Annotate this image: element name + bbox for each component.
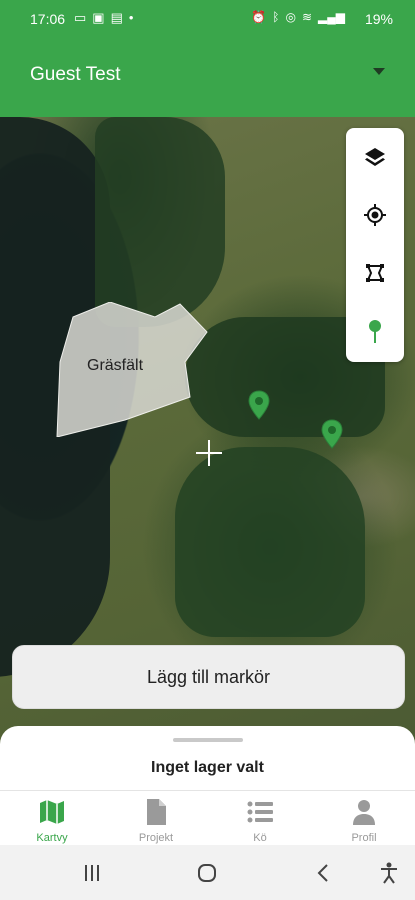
wifi-icon: ≋ [301, 10, 313, 24]
sheet-title: Inget lager valt [151, 759, 264, 776]
tab-kartvy[interactable]: Kartvy [0, 791, 104, 846]
my-location-icon [364, 204, 386, 226]
bluetooth-icon: ᛒ [272, 10, 280, 24]
field-label: Gräsfält [87, 357, 144, 374]
alarm-icon: ⏰ [251, 10, 267, 24]
gallery-icon: ▣ [92, 10, 105, 25]
person-icon [353, 800, 375, 825]
status-left-icons: ▭ ▣ ▤ • [74, 10, 133, 26]
project-selector[interactable]: Guest Test [30, 64, 120, 86]
back-icon[interactable] [312, 861, 336, 885]
add-pin-button[interactable] [346, 312, 404, 352]
caret-down-icon[interactable] [373, 68, 385, 75]
pin-icon [369, 320, 381, 343]
status-bar: 17:06 ▭ ▣ ▤ • ⏰ ᛒ ◎ ≋ ▂▄▆ 19% [0, 0, 415, 38]
gamepad-icon: ◎ [285, 10, 296, 24]
my-location-button[interactable] [346, 195, 404, 235]
forest-area [95, 117, 225, 327]
layers-button[interactable] [346, 137, 404, 177]
polygon-icon [366, 264, 384, 282]
battery-level: 19% [364, 11, 393, 27]
crosshair [208, 440, 210, 466]
tab-ko[interactable]: Kö [208, 791, 312, 846]
tab-label: Kartvy [36, 832, 68, 844]
home-icon[interactable] [195, 861, 219, 885]
bottom-tab-bar: Kartvy Projekt Kö Profil [0, 790, 415, 845]
layer-bottom-sheet[interactable]: Inget lager valt [0, 726, 415, 792]
tab-label: Profil [351, 832, 377, 844]
map-marker[interactable] [248, 390, 270, 420]
map-tools-panel [346, 128, 404, 362]
status-right-icons: ⏰ ᛒ ◎ ≋ ▂▄▆ [251, 10, 345, 24]
signal-icon: ▂▄▆ [318, 10, 345, 24]
news-icon: ▤ [110, 10, 123, 25]
accessibility-icon[interactable] [377, 861, 401, 885]
layers-icon [365, 148, 385, 166]
draw-polygon-button[interactable] [346, 253, 404, 293]
add-marker-button[interactable]: Lägg till markör [12, 645, 405, 709]
tab-projekt[interactable]: Projekt [104, 791, 208, 846]
tab-profil[interactable]: Profil [312, 791, 415, 846]
map-icon [40, 800, 64, 824]
status-time: 17:06 [30, 11, 66, 27]
forest-area [175, 447, 365, 637]
app-header: 17:06 ▭ ▣ ▤ • ⏰ ᛒ ◎ ≋ ▂▄▆ 19% Guest Test [0, 0, 415, 117]
system-navigation-bar [0, 845, 415, 900]
dot-icon: • [128, 10, 134, 25]
map-marker[interactable] [321, 419, 343, 449]
list-icon [247, 801, 273, 823]
recent-apps-icon[interactable] [80, 861, 104, 885]
screen-icon: ▭ [74, 10, 87, 25]
document-icon [147, 799, 166, 825]
tab-label: Kö [253, 832, 267, 844]
tab-label: Projekt [138, 832, 174, 844]
sheet-drag-handle[interactable] [173, 738, 243, 742]
